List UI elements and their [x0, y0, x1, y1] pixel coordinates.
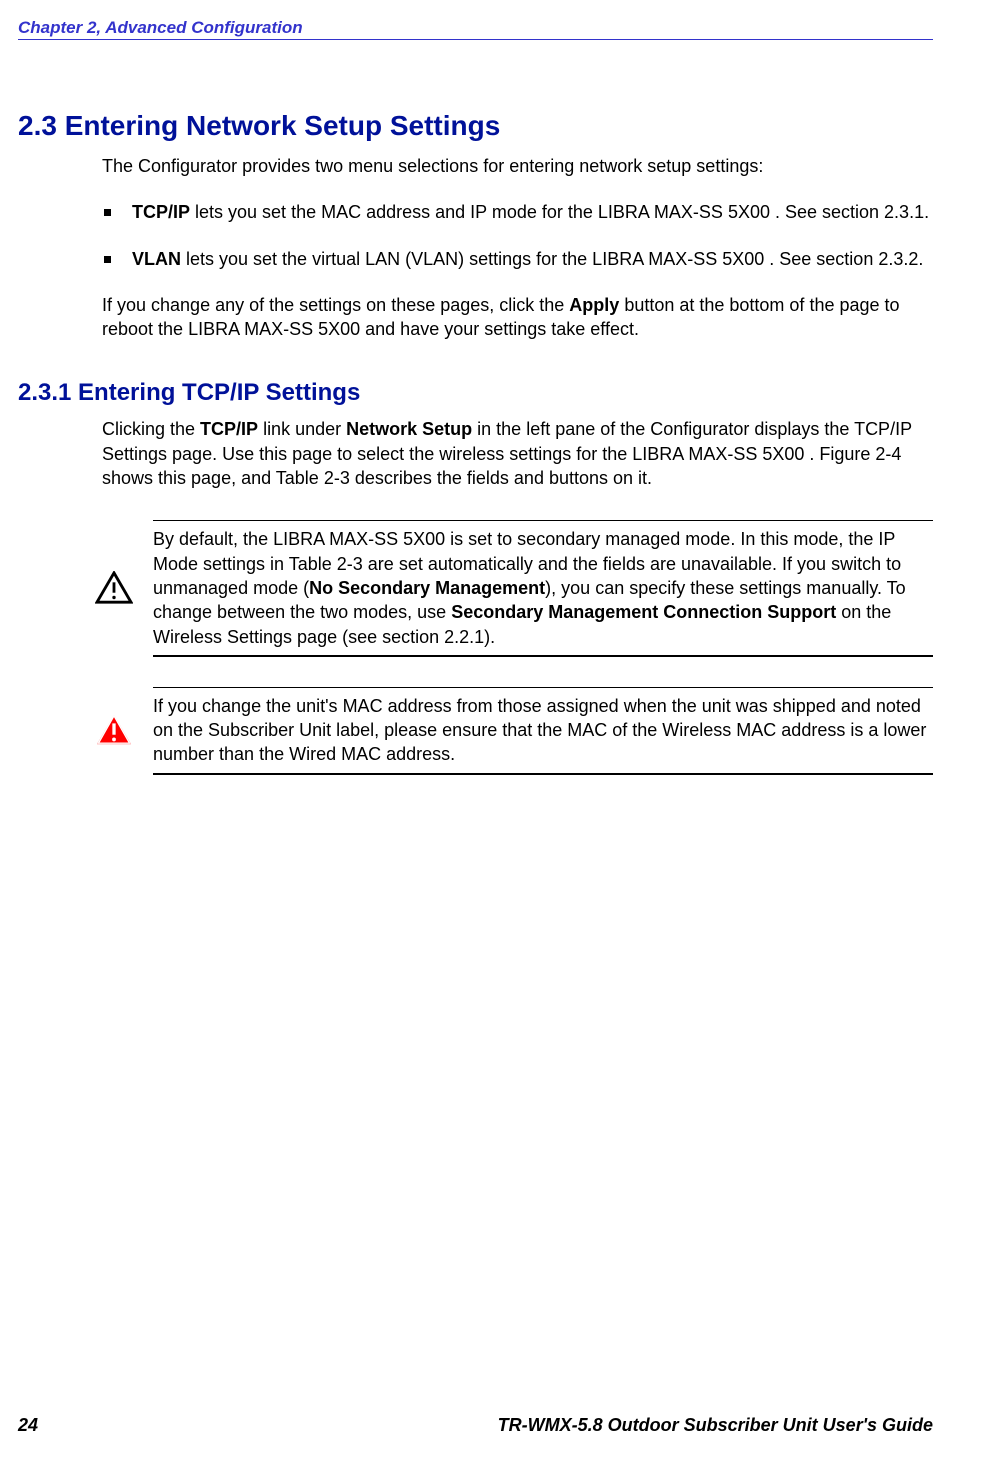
bullet-list: TCP/IP lets you set the MAC address and …: [102, 200, 933, 271]
note-top-divider: [153, 687, 933, 688]
text-bold: Apply: [569, 295, 619, 315]
section-title-2-3: 2.3 Entering Network Setup Settings: [18, 110, 933, 142]
list-item-text: lets you set the MAC address and IP mode…: [190, 202, 929, 222]
chapter-header: Chapter 2, Advanced Configuration: [18, 18, 933, 38]
body-paragraph: Clicking the TCP/IP link under Network S…: [102, 417, 933, 490]
note-text: By default, the LIBRA MAX-SS 5X00 is set…: [153, 527, 933, 648]
text-run: link under: [258, 419, 346, 439]
body-paragraph: If you change any of the settings on the…: [102, 293, 933, 342]
note-content: If you change the unit's MAC address fro…: [101, 691, 933, 770]
list-item-bold: VLAN: [132, 249, 181, 269]
page-number: 24: [18, 1415, 38, 1436]
footer-title: TR-WMX-5.8 Outdoor Subscriber Unit User'…: [498, 1415, 933, 1436]
section-title-2-3-1: 2.3.1 Entering TCP/IP Settings: [18, 379, 933, 407]
header-divider: [18, 39, 933, 40]
list-item: TCP/IP lets you set the MAC address and …: [102, 200, 933, 224]
caution-note: By default, the LIBRA MAX-SS 5X00 is set…: [101, 520, 933, 656]
text-bold: TCP/IP: [200, 419, 258, 439]
body-paragraph: The Configurator provides two menu selec…: [102, 154, 933, 178]
caution-icon: [95, 571, 133, 605]
text-bold: No Secondary Management: [309, 578, 545, 598]
note-text: If you change the unit's MAC address fro…: [153, 694, 933, 767]
note-top-divider: [153, 520, 933, 521]
warning-icon: [95, 713, 133, 747]
warning-note: If you change the unit's MAC address fro…: [101, 687, 933, 775]
text-bold: Secondary Management Connection Support: [451, 602, 836, 622]
list-item-bold: TCP/IP: [132, 202, 190, 222]
note-bottom-divider: [153, 773, 933, 775]
text-run: If you change any of the settings on the…: [102, 295, 569, 315]
text-bold: Network Setup: [346, 419, 472, 439]
list-item-text: lets you set the virtual LAN (VLAN) sett…: [181, 249, 923, 269]
note-content: By default, the LIBRA MAX-SS 5X00 is set…: [101, 524, 933, 651]
page-footer: 24 TR-WMX-5.8 Outdoor Subscriber Unit Us…: [18, 1415, 933, 1436]
note-bottom-divider: [153, 655, 933, 657]
page-content: 2.3 Entering Network Setup Settings The …: [18, 110, 933, 775]
list-item: VLAN lets you set the virtual LAN (VLAN)…: [102, 247, 933, 271]
text-run: Clicking the: [102, 419, 200, 439]
